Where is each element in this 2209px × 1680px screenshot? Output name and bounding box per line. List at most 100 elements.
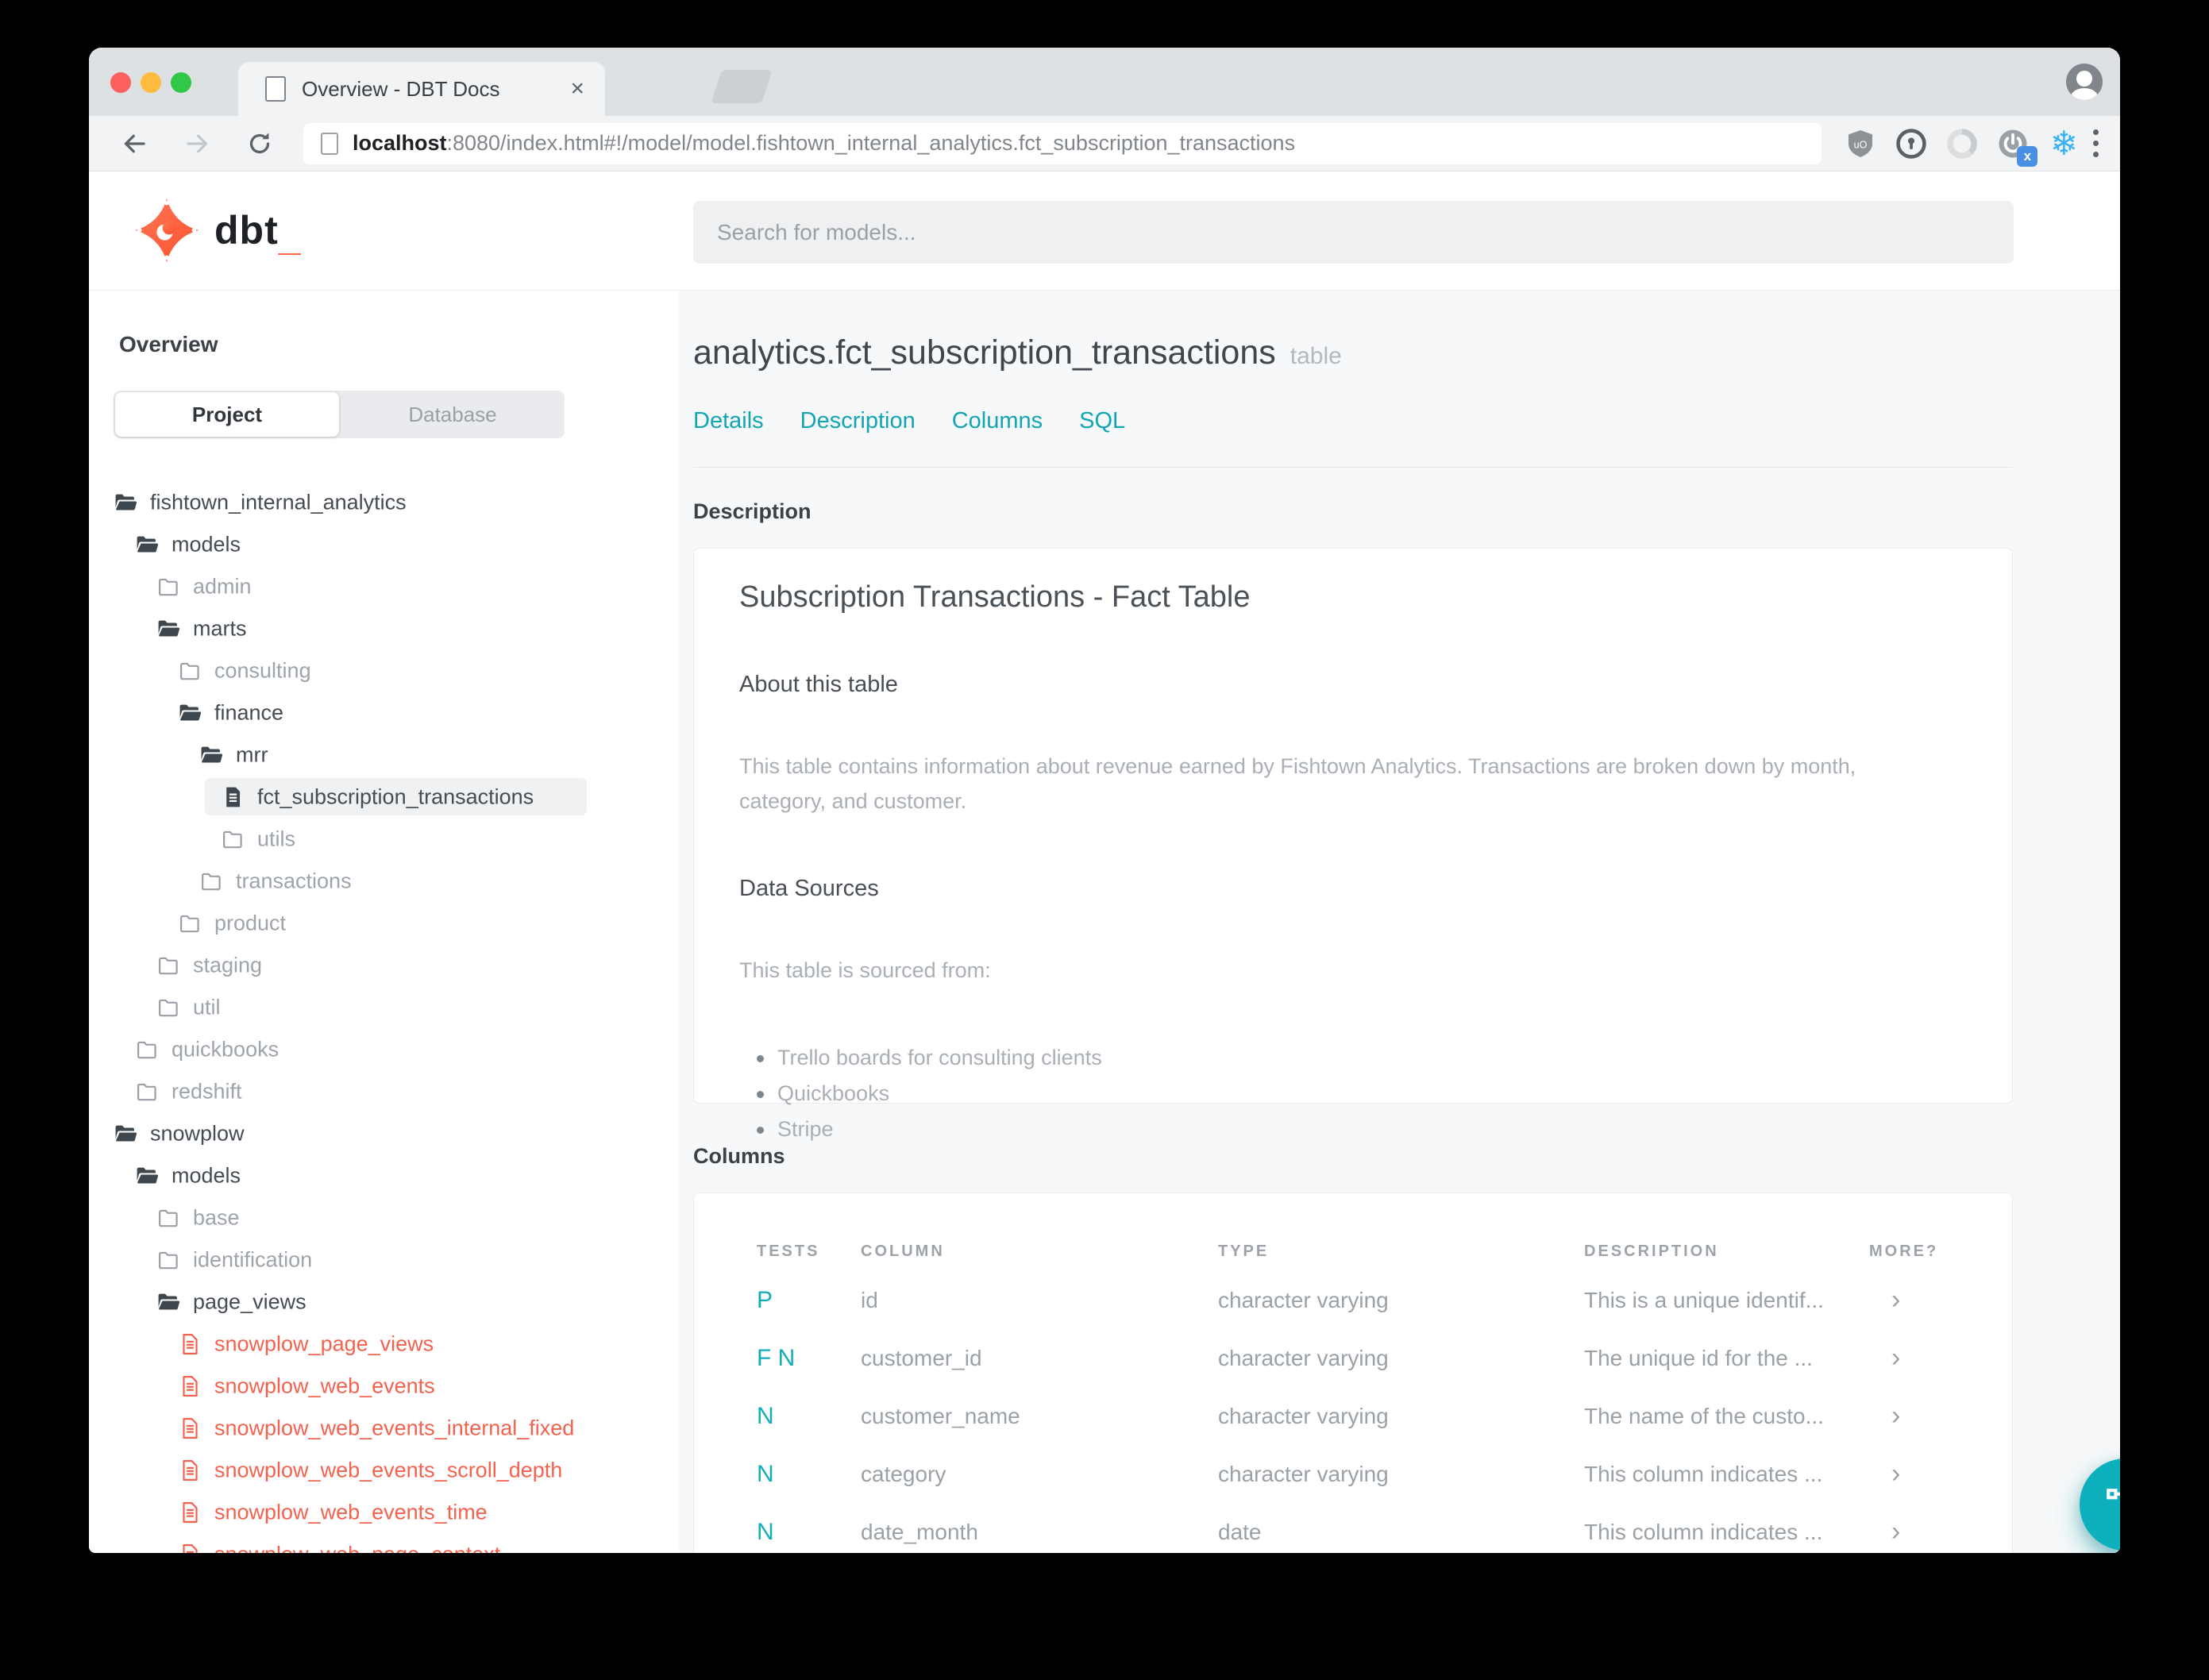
tree-item-snowplow_web_events_internal_fixed[interactable]: snowplow_web_events_internal_fixed (89, 1407, 679, 1449)
ublock-extension-icon[interactable]: uO (1842, 125, 1879, 162)
column-header-tests: TESTS (757, 1242, 820, 1260)
browser-menu-button[interactable] (2093, 129, 2099, 157)
tree-item-identification[interactable]: identification (89, 1239, 679, 1281)
cell-description: The name of the custo... (1584, 1403, 1824, 1428)
file-icon (178, 1500, 202, 1524)
column-row-customer_name[interactable]: Ncustomer_name character varying The name … (694, 1387, 2012, 1445)
expand-row-chevron-icon[interactable]: › (1869, 1458, 2012, 1489)
cell-type: character varying (1218, 1461, 1389, 1486)
nav-link-details[interactable]: Details (693, 408, 764, 434)
tree-item-consulting[interactable]: consulting (89, 649, 679, 692)
tab-close-icon[interactable]: × (570, 77, 584, 101)
window-zoom-button[interactable] (171, 72, 191, 93)
cell-description: This column indicates ... (1584, 1461, 1823, 1486)
nav-link-sql[interactable]: SQL (1079, 408, 1125, 434)
tree-item-marts[interactable]: marts (89, 607, 679, 649)
tree-item-snowplow[interactable]: snowplow (89, 1112, 679, 1154)
tree-item-label: redshift (172, 1079, 242, 1103)
column-row-category[interactable]: Ncategory character varying This column in… (694, 1445, 2012, 1503)
tree-item-snowplow_web_events[interactable]: snowplow_web_events (89, 1365, 679, 1407)
tree-item-utils[interactable]: utils (89, 818, 679, 860)
expand-row-chevron-icon[interactable]: › (1869, 1285, 2012, 1316)
tree-item-base[interactable]: base (89, 1196, 679, 1239)
model-nav-links: Details Description Columns SQL (693, 408, 1125, 434)
cell-type: character varying (1218, 1403, 1389, 1428)
cell-column: customer_name (861, 1403, 1020, 1428)
sidebar-title: Overview (119, 332, 218, 356)
avatar-head-icon (2076, 71, 2092, 87)
sidebar-tab-database[interactable]: Database (341, 391, 565, 438)
search-input[interactable] (693, 201, 2014, 264)
tree-item-fishtown_internal_analytics[interactable]: fishtown_internal_analytics (89, 481, 679, 523)
tree-item-models[interactable]: models (89, 523, 679, 565)
model-file-icon (183, 1417, 198, 1439)
column-row-date_month[interactable]: Ndate_month date This column indicates ...… (694, 1503, 2012, 1553)
expand-row-chevron-icon[interactable]: › (1869, 1401, 2012, 1431)
folder-icon (156, 995, 181, 1019)
file-icon (178, 1542, 202, 1553)
sidebar-tab-project[interactable]: Project (115, 392, 339, 437)
tree-item-label: models (172, 532, 241, 556)
column-row-id[interactable]: Pid character varying This is a unique ide… (694, 1271, 2012, 1329)
reload-button[interactable] (245, 128, 275, 160)
new-tab-button[interactable] (711, 70, 773, 103)
disabled-extension-icon[interactable] (1944, 125, 1980, 162)
window-minimize-button[interactable] (141, 72, 161, 93)
back-button[interactable] (119, 128, 149, 160)
nav-link-description[interactable]: Description (800, 408, 916, 434)
cell-column: category (861, 1461, 946, 1486)
dbt-logo-icon (134, 198, 199, 263)
tree-item-mrr[interactable]: mrr (89, 734, 679, 776)
folder-icon (159, 999, 178, 1016)
folder-icon (156, 1205, 181, 1230)
tree-item-admin[interactable]: admin (89, 565, 679, 607)
folder-open-icon (178, 700, 202, 725)
resource-type-badge: table (1290, 343, 1342, 369)
browser-profile-avatar[interactable] (2066, 64, 2103, 100)
lineage-graph-icon (2107, 1489, 2120, 1500)
nav-link-columns[interactable]: Columns (952, 408, 1043, 434)
tree-item-redshift[interactable]: redshift (89, 1070, 679, 1112)
folder-open-icon (156, 1289, 181, 1314)
power-extension-icon[interactable]: x (1995, 125, 2038, 167)
browser-tab[interactable]: Overview - DBT Docs × (238, 62, 605, 116)
folder-open-icon (201, 746, 223, 763)
tree-item-finance[interactable]: finance (89, 692, 679, 734)
url-text: localhost:8080/index.html#!/model/model.… (353, 131, 1295, 156)
folder-open-icon (137, 536, 159, 553)
folder-open-icon (114, 1121, 138, 1146)
sidebar-view-switch: Project Database (114, 391, 565, 438)
window-close-button[interactable] (110, 72, 131, 93)
tree-item-util[interactable]: util (89, 986, 679, 1028)
onepassword-extension-icon[interactable] (1893, 125, 1930, 162)
tree-item-product[interactable]: product (89, 902, 679, 944)
dbt-logo-text: dbt (214, 208, 279, 252)
url-bar[interactable]: localhost:8080/index.html#!/model/model.… (303, 122, 1822, 164)
data-source-item: Trello boards for consulting clients (739, 1040, 1967, 1076)
tree-item-quickbooks[interactable]: quickbooks (89, 1028, 679, 1070)
snowflake-extension-icon[interactable]: ❄ (2045, 125, 2082, 162)
tree-item-models[interactable]: models (89, 1154, 679, 1196)
tree-item-label: base (193, 1205, 240, 1229)
page-title: analytics.fct_subscription_transactions t… (693, 333, 1342, 372)
tree-item-fct_subscription_transactions[interactable]: fct_subscription_transactions (89, 776, 679, 818)
expand-row-chevron-icon[interactable]: › (1869, 1516, 2012, 1547)
dbt-logo-underscore: _ (278, 214, 301, 259)
tree-item-staging[interactable]: staging (89, 944, 679, 986)
cell-tests: F N (757, 1344, 796, 1371)
tree-item-transactions[interactable]: transactions (89, 860, 679, 902)
tree-item-page_views[interactable]: page_views (89, 1281, 679, 1323)
folder-open-icon (115, 1125, 137, 1142)
sources-heading: Data Sources (739, 876, 879, 901)
tree-item-snowplow_web_events_time[interactable]: snowplow_web_events_time (89, 1491, 679, 1533)
tree-item-snowplow_page_views[interactable]: snowplow_page_views (89, 1323, 679, 1365)
tree-item-label: snowplow_page_views (214, 1331, 434, 1355)
column-row-customer_id[interactable]: F N customer_id character varying The uniqu… (694, 1329, 2012, 1387)
tree-item-snowplow_web_events_scroll_depth[interactable]: snowplow_web_events_scroll_depth (89, 1449, 679, 1491)
forward-button[interactable] (183, 128, 213, 160)
tree-item-snowplow_web_page_context[interactable]: snowplow_web_page_context (89, 1533, 679, 1553)
folder-icon (156, 1247, 181, 1272)
description-card: Subscription Transactions - Fact Table A… (693, 548, 2013, 1141)
tree-item-label: finance (214, 700, 284, 724)
expand-row-chevron-icon[interactable]: › (1869, 1343, 2012, 1374)
